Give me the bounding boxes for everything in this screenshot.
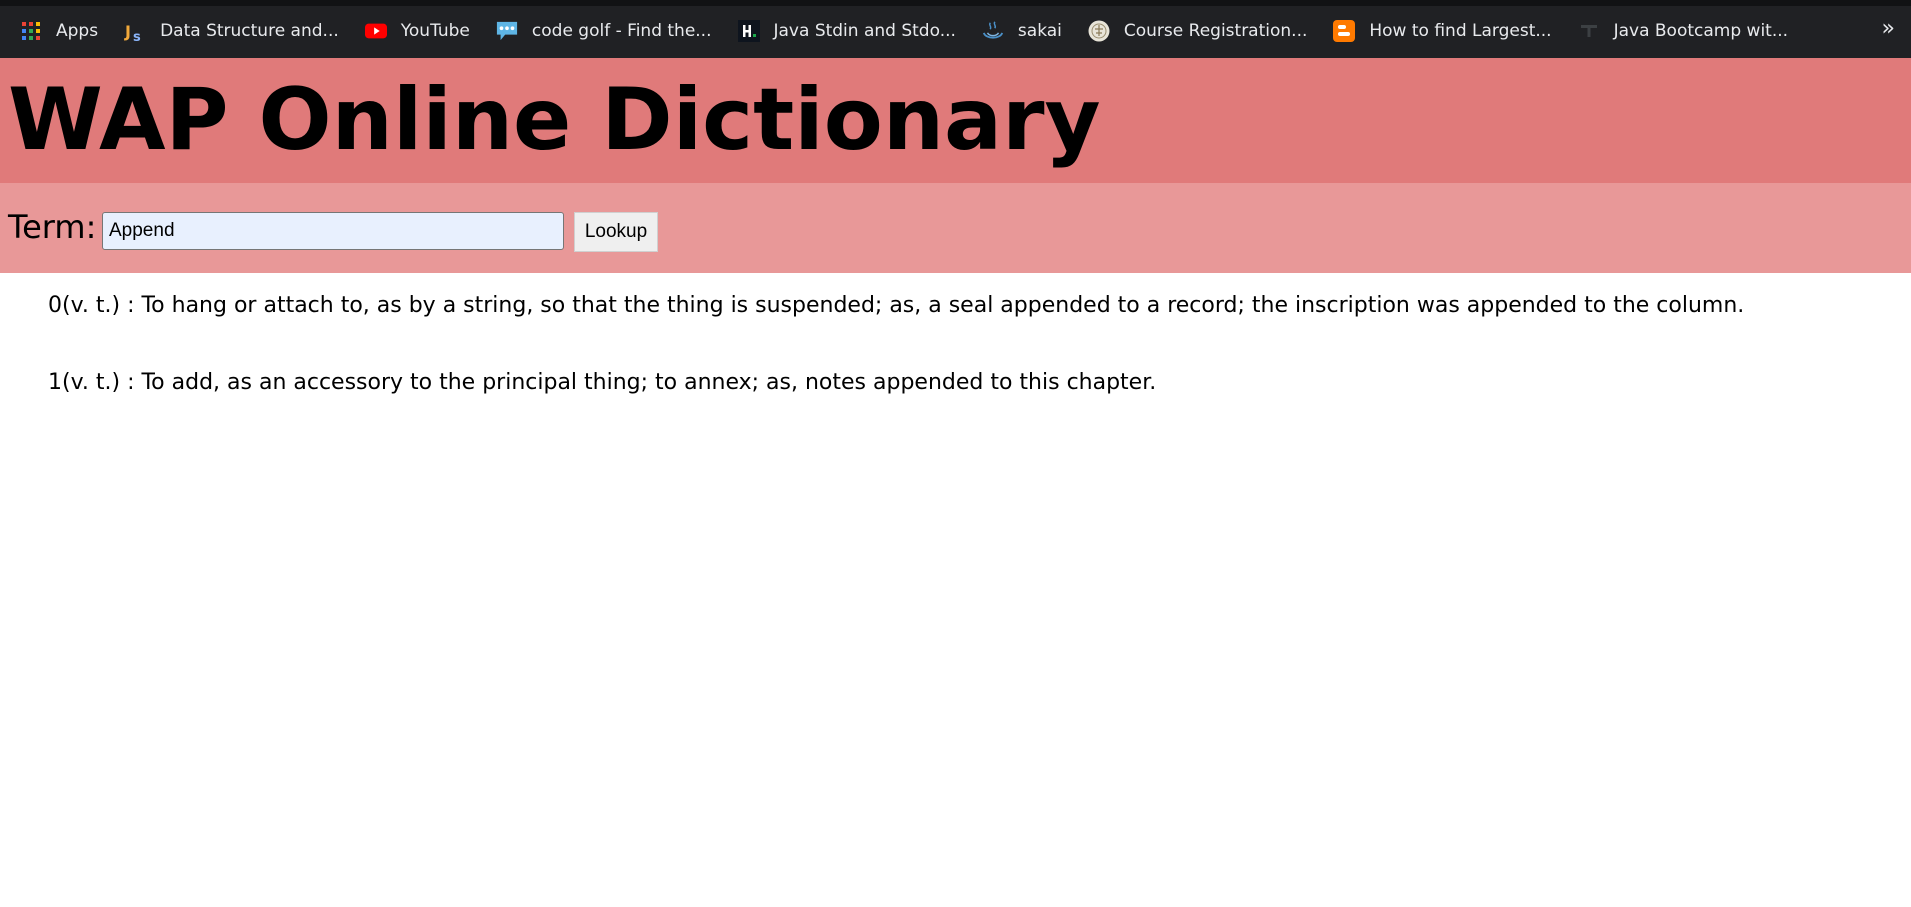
- bookmark-label: How to find Largest...: [1369, 21, 1552, 41]
- bookmark-label: Data Structure and...: [160, 21, 339, 41]
- university-seal-icon: [1088, 20, 1110, 42]
- bookmarks-bar: Apps J s Data Structure and... YouTube c…: [0, 0, 1911, 58]
- hackerrank-icon: [737, 20, 760, 42]
- bookmark-label: Java Bootcamp wit...: [1613, 21, 1789, 41]
- bookmark-label: YouTube: [400, 21, 470, 41]
- youtube-icon: [364, 20, 387, 42]
- definition-item: 0(v. t.) : To hang or attach to, as by a…: [48, 293, 1745, 318]
- bookmark-label: sakai: [1017, 21, 1062, 41]
- term-label: Term:: [8, 208, 97, 246]
- bookmark-course-registration[interactable]: Course Registration...: [1088, 20, 1307, 42]
- bookmark-java-stdin[interactable]: Java Stdin and Stdo...: [737, 20, 956, 42]
- svg-text:s: s: [133, 30, 141, 42]
- bookmark-apps[interactable]: Apps: [20, 20, 98, 42]
- definition-item: 1(v. t.) : To add, as an accessory to th…: [48, 370, 1157, 395]
- lookup-button[interactable]: Lookup: [574, 212, 658, 252]
- bootcamp-icon: [1578, 20, 1600, 42]
- js-logo-icon: J s: [124, 20, 146, 42]
- bookmark-data-structure[interactable]: J s Data Structure and...: [124, 20, 339, 42]
- sakai-icon: [982, 20, 1004, 42]
- bookmark-label: code golf - Find the...: [531, 21, 712, 41]
- bookmark-java-bootcamp[interactable]: Java Bootcamp wit...: [1578, 20, 1788, 42]
- bookmark-label: Course Registration...: [1123, 21, 1308, 41]
- search-bar: Term: Lookup: [0, 183, 1911, 273]
- bookmark-youtube[interactable]: YouTube: [364, 20, 470, 42]
- page-title: WAP Online Dictionary: [8, 70, 1101, 170]
- svg-text:J: J: [124, 22, 131, 41]
- bookmark-code-golf[interactable]: code golf - Find the...: [496, 20, 712, 42]
- code-golf-speech-bubble-icon: [496, 20, 518, 42]
- tab-strip-edge: [0, 0, 1911, 6]
- page-header: WAP Online Dictionary: [0, 58, 1911, 183]
- bookmark-how-to-find-largest[interactable]: How to find Largest...: [1333, 20, 1552, 42]
- bookmarks-overflow-button[interactable]: »: [1882, 16, 1895, 41]
- blogger-icon: [1333, 20, 1356, 42]
- apps-grid-icon: [20, 20, 42, 42]
- bookmark-sakai[interactable]: sakai: [982, 20, 1062, 42]
- bookmark-label: Apps: [56, 21, 99, 41]
- term-input[interactable]: [102, 212, 564, 250]
- definitions-list: 0(v. t.) : To hang or attach to, as by a…: [48, 290, 1744, 444]
- bookmark-label: Java Stdin and Stdo...: [773, 21, 956, 41]
